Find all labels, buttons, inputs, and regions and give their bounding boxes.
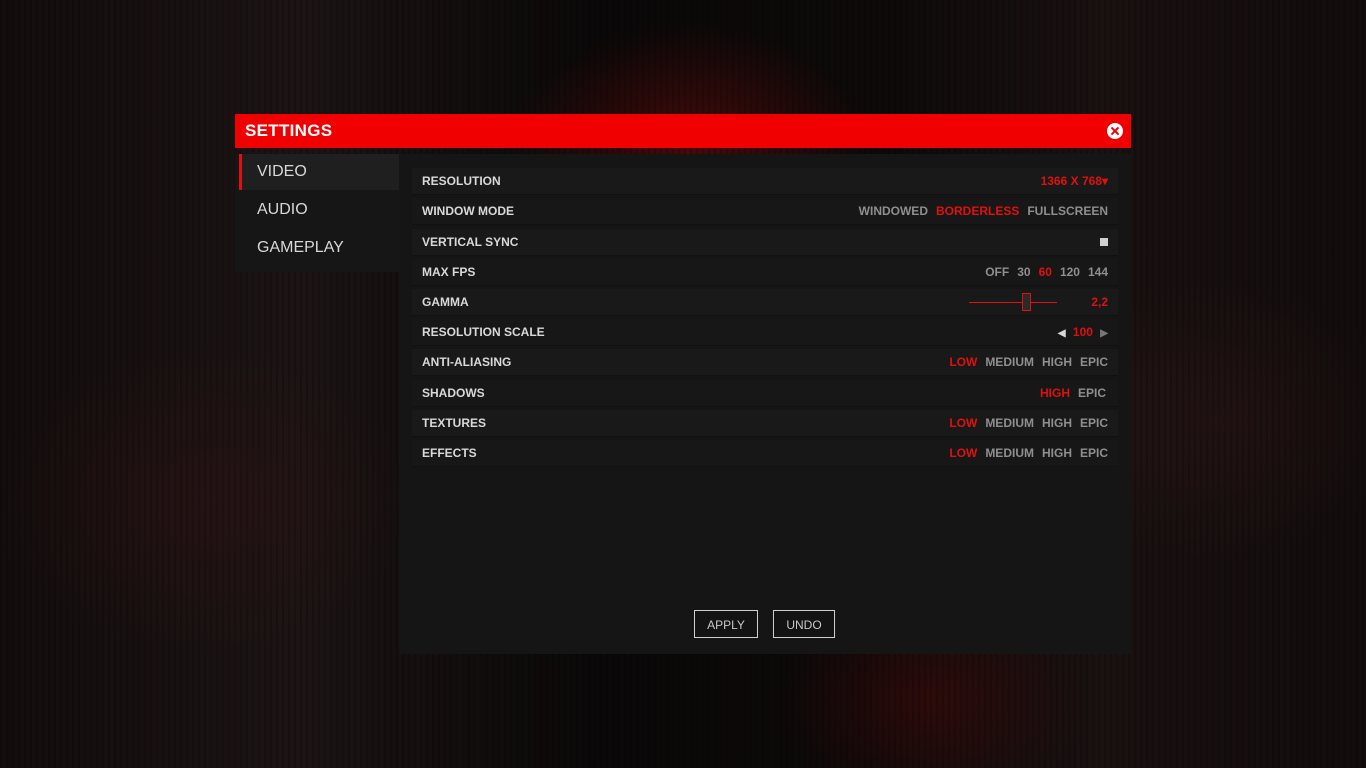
max-fps-option[interactable]: OFF: [985, 265, 1009, 279]
max-fps-option[interactable]: 60: [1039, 265, 1052, 279]
textures-option[interactable]: LOW: [949, 416, 977, 430]
setting-label: SHADOWS: [422, 386, 485, 400]
settings-header: SETTINGS: [235, 114, 1131, 148]
window-mode-options: WINDOWED BORDERLESS FULLSCREEN: [851, 198, 1108, 224]
anti-aliasing-option[interactable]: HIGH: [1042, 355, 1072, 369]
apply-button[interactable]: APPLY: [694, 610, 758, 638]
page-title: SETTINGS: [245, 121, 333, 140]
sidebar-item-video[interactable]: VIDEO: [239, 154, 399, 190]
sidebar-item-audio[interactable]: AUDIO: [239, 192, 399, 228]
setting-label: MAX FPS: [422, 265, 476, 279]
gamma-slider[interactable]: [969, 302, 1057, 303]
close-icon[interactable]: [1107, 123, 1123, 139]
arrow-right-icon[interactable]: ▶: [1100, 328, 1108, 339]
window-mode-option[interactable]: WINDOWED: [859, 204, 928, 218]
setting-row-max-fps: MAX FPS OFF 30 60 120 144: [412, 259, 1118, 286]
setting-row-resolution-scale: RESOLUTION SCALE ◀ 100 ▶: [412, 319, 1118, 346]
setting-row-gamma: GAMMA 2,2: [412, 289, 1118, 316]
gamma-slider-fill: [969, 302, 1027, 303]
textures-option[interactable]: EPIC: [1080, 416, 1108, 430]
setting-label: VERTICAL SYNC: [422, 235, 519, 249]
resolution-scale-value: 100: [1072, 325, 1093, 339]
setting-row-shadows: SHADOWS HIGH EPIC: [412, 380, 1118, 407]
shadows-options: HIGH EPIC: [1032, 380, 1106, 406]
textures-options: LOW MEDIUM HIGH EPIC: [941, 410, 1108, 436]
window-mode-option[interactable]: BORDERLESS: [936, 204, 1019, 218]
resolution-value[interactable]: 1366 X 768▾: [1041, 174, 1108, 188]
max-fps-options: OFF 30 60 120 144: [977, 259, 1108, 285]
undo-button[interactable]: UNDO: [773, 610, 835, 638]
vertical-sync-checkbox[interactable]: [1100, 238, 1108, 246]
textures-option[interactable]: MEDIUM: [985, 416, 1034, 430]
shadows-option[interactable]: HIGH: [1040, 386, 1070, 400]
effects-options: LOW MEDIUM HIGH EPIC: [941, 440, 1108, 466]
max-fps-option[interactable]: 144: [1088, 265, 1108, 279]
setting-row-textures: TEXTURES LOW MEDIUM HIGH EPIC: [412, 410, 1118, 437]
anti-aliasing-option[interactable]: EPIC: [1080, 355, 1108, 369]
resolution-scale-stepper: ◀ 100 ▶: [1058, 319, 1108, 347]
setting-label: EFFECTS: [422, 446, 477, 460]
setting-label: RESOLUTION: [422, 174, 501, 188]
resolution-dropdown[interactable]: 1366 X 768▾: [1041, 168, 1108, 194]
setting-row-window-mode: WINDOW MODE WINDOWED BORDERLESS FULLSCREEN: [412, 198, 1118, 225]
effects-option[interactable]: MEDIUM: [985, 446, 1034, 460]
textures-option[interactable]: HIGH: [1042, 416, 1072, 430]
setting-label: RESOLUTION SCALE: [422, 325, 545, 339]
effects-option[interactable]: HIGH: [1042, 446, 1072, 460]
sidebar: VIDEO AUDIO GAMEPLAY: [235, 154, 399, 272]
setting-label: GAMMA: [422, 295, 469, 309]
gamma-slider-handle[interactable]: [1022, 293, 1032, 311]
setting-row-vertical-sync: VERTICAL SYNC: [412, 229, 1118, 256]
setting-label: ANTI-ALIASING: [422, 355, 512, 369]
arrow-left-icon[interactable]: ◀: [1058, 328, 1066, 339]
video-settings-panel: RESOLUTION 1366 X 768▾ WINDOW MODE WINDO…: [399, 154, 1131, 654]
setting-row-resolution: RESOLUTION 1366 X 768▾: [412, 168, 1118, 195]
max-fps-option[interactable]: 120: [1060, 265, 1080, 279]
anti-aliasing-option[interactable]: MEDIUM: [985, 355, 1034, 369]
gamma-value: 2,2: [1091, 295, 1108, 309]
window-mode-option[interactable]: FULLSCREEN: [1027, 204, 1108, 218]
setting-label: TEXTURES: [422, 416, 487, 430]
setting-row-anti-aliasing: ANTI-ALIASING LOW MEDIUM HIGH EPIC: [412, 349, 1118, 376]
effects-option[interactable]: EPIC: [1080, 446, 1108, 460]
anti-aliasing-option[interactable]: LOW: [949, 355, 977, 369]
setting-row-effects: EFFECTS LOW MEDIUM HIGH EPIC: [412, 440, 1118, 467]
max-fps-option[interactable]: 30: [1017, 265, 1030, 279]
setting-label: WINDOW MODE: [422, 204, 514, 218]
shadows-option[interactable]: EPIC: [1078, 386, 1106, 400]
effects-option[interactable]: LOW: [949, 446, 977, 460]
anti-aliasing-options: LOW MEDIUM HIGH EPIC: [941, 349, 1108, 375]
sidebar-item-gameplay[interactable]: GAMEPLAY: [239, 230, 399, 266]
